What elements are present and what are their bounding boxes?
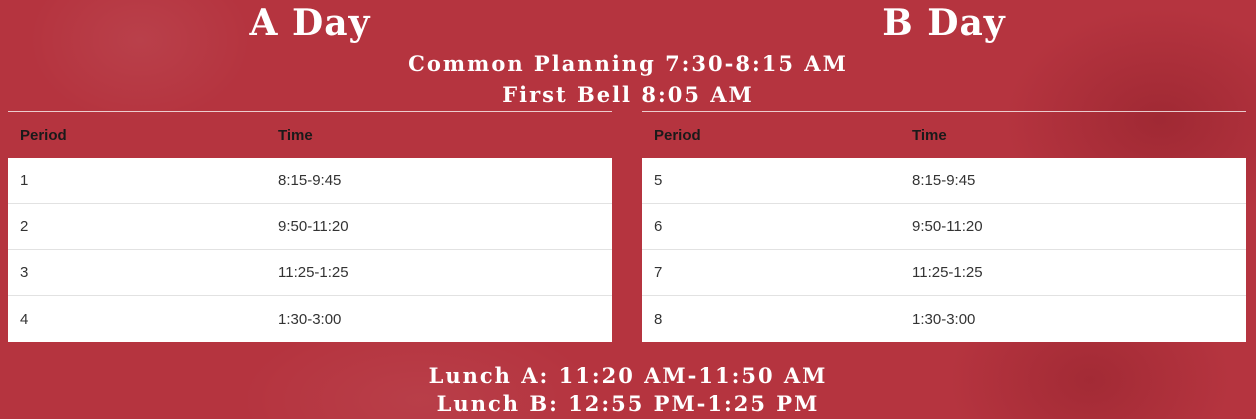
period-cell: 6: [654, 218, 663, 235]
table-row: 3 11:25-1:25: [8, 250, 612, 296]
table-body: 5 8:15-9:45 6 9:50-11:20 7 11:25-1:25 8 …: [642, 158, 1246, 342]
time-cell: 9:50-11:20: [912, 218, 983, 235]
time-cell: 9:50-11:20: [278, 218, 349, 235]
period-cell: 1: [20, 172, 29, 189]
time-cell: 1:30-3:00: [278, 310, 342, 328]
table-body: 1 8:15-9:45 2 9:50-11:20 3 11:25-1:25 4 …: [8, 158, 612, 342]
table-row: 8 1:30-3:00: [642, 296, 1246, 342]
table-row: 6 9:50-11:20: [642, 204, 1246, 250]
b-day-schedule-table: Period Time 5 8:15-9:45 6 9:50-11:20 7 1…: [642, 111, 1246, 342]
period-column-header: Period: [654, 126, 701, 144]
table-row: 5 8:15-9:45: [642, 158, 1246, 204]
period-cell: 4: [20, 310, 29, 328]
lunch-b-text: Lunch B: 12:55 PM-1:25 PM: [436, 391, 820, 416]
time-cell: 11:25-1:25: [278, 264, 349, 281]
period-cell: 5: [654, 172, 663, 189]
common-planning-text: Common Planning 7:30-8:15 AM: [408, 51, 848, 76]
time-cell: 1:30-3:00: [912, 310, 976, 328]
period-cell: 7: [654, 264, 663, 281]
period-cell: 3: [20, 264, 29, 281]
time-cell: 11:25-1:25: [912, 264, 983, 281]
table-header: Period Time: [8, 112, 612, 158]
b-day-title: B Day: [882, 2, 1006, 44]
time-cell: 8:15-9:45: [912, 172, 976, 189]
table-row: 4 1:30-3:00: [8, 296, 612, 342]
lunch-a-text: Lunch A: 11:20 AM-11:50 AM: [428, 363, 828, 388]
a-day-schedule-table: Period Time 1 8:15-9:45 2 9:50-11:20 3 1…: [8, 111, 612, 342]
period-column-header: Period: [20, 126, 67, 144]
first-bell-text: First Bell 8:05 AM: [502, 82, 754, 107]
period-cell: 8: [654, 310, 663, 328]
time-column-header: Time: [278, 126, 313, 144]
table-row: 7 11:25-1:25: [642, 250, 1246, 296]
a-day-title: A Day: [249, 2, 371, 44]
table-header: Period Time: [642, 112, 1246, 158]
period-cell: 2: [20, 218, 29, 235]
time-cell: 8:15-9:45: [278, 172, 342, 189]
table-row: 2 9:50-11:20: [8, 204, 612, 250]
table-row: 1 8:15-9:45: [8, 158, 612, 204]
time-column-header: Time: [912, 126, 947, 144]
